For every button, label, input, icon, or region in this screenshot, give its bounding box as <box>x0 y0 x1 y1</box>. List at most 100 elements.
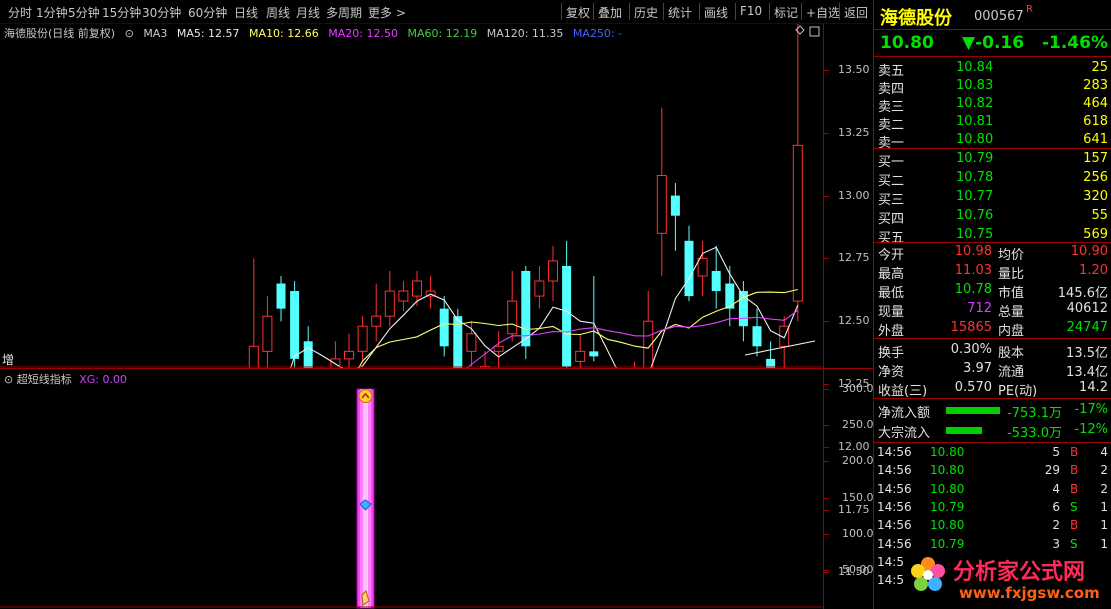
candle[interactable] <box>371 283 382 342</box>
indicator-pane[interactable]: ⊙ 超短线指标 XG: 0.00 300.0 250.0 200.0 150.0 100… <box>0 368 874 609</box>
stock-name: 海德股份 <box>880 8 952 29</box>
candle[interactable] <box>779 316 790 368</box>
stat-value: 10.78 <box>954 282 992 297</box>
bid-label: 买四 <box>878 212 905 227</box>
stat-row: 最高 11.03 量比 1.20 <box>874 262 1111 282</box>
stat-label: 最低 <box>878 286 905 301</box>
candle[interactable] <box>534 265 545 309</box>
info-row: 收益(三) 0.570 PE(动) 14.2 <box>874 379 1111 399</box>
divider-title <box>874 29 1111 30</box>
candle[interactable] <box>384 270 395 327</box>
period-tab[interactable]: 30分钟 <box>142 4 181 21</box>
last-price: 10.80 <box>880 33 934 53</box>
candlestick-svg[interactable]: 13.7111.28 <box>0 24 873 368</box>
toolbar-action[interactable]: 返回 <box>844 4 868 21</box>
toolbar-action[interactable]: 叠加 <box>598 4 622 21</box>
candle[interactable] <box>507 270 518 342</box>
indicator-tick-mark <box>824 569 829 571</box>
period-tab[interactable]: 更多 > <box>368 4 406 21</box>
candle[interactable] <box>670 183 680 251</box>
toolbar-action[interactable]: F10 <box>740 4 762 18</box>
indicator-tick-mark <box>824 425 829 427</box>
period-tab[interactable]: 多周期 <box>326 4 362 21</box>
toolbar-action[interactable]: 复权 <box>566 4 590 21</box>
ma-label: MA3 <box>143 27 168 40</box>
ma-toggle-icon[interactable]: ⊙ <box>125 27 134 40</box>
candle[interactable] <box>697 240 708 297</box>
candle[interactable] <box>562 240 572 368</box>
candle[interactable] <box>643 291 654 368</box>
candle[interactable] <box>466 321 477 367</box>
panel-toggle-icon[interactable] <box>809 26 820 37</box>
diamond-icon[interactable] <box>795 25 805 35</box>
stat-row: 最低 10.78 市值 145.6亿 <box>874 281 1111 301</box>
tick-volume: 2 <box>1052 518 1060 533</box>
ma20-value: MA20: 12.50 <box>328 27 398 40</box>
indicator-toggle-icon[interactable]: ⊙ <box>4 373 13 386</box>
candle[interactable] <box>453 308 463 368</box>
candle[interactable] <box>248 258 259 368</box>
ask-row: 卖五 10.84 25 <box>874 59 1111 79</box>
watermark-text: 分析家公式网 <box>953 560 1086 585</box>
candle[interactable] <box>398 281 409 312</box>
bid-row: 买三 10.77 320 <box>874 188 1111 208</box>
period-tab[interactable]: 60分钟 <box>188 4 227 21</box>
stat-row: 现量 712 总量 40612 <box>874 300 1111 320</box>
info-label: PE(动) <box>998 384 1038 399</box>
candle[interactable] <box>752 308 762 357</box>
period-tab[interactable]: 15分钟 <box>102 4 141 21</box>
watermark-flower-icon <box>907 554 949 596</box>
tick-price: 10.80 <box>930 481 965 496</box>
candle[interactable] <box>493 331 504 368</box>
candle[interactable] <box>262 296 273 368</box>
indicator-tick-mark <box>824 497 829 499</box>
candlestick-chart[interactable]: 13.7111.28 海德股份(日线 前复权) ⊙ MA3 MA5: 12.57… <box>0 24 873 368</box>
candle[interactable] <box>425 275 436 309</box>
price-tick-label: 13.25 <box>838 125 870 139</box>
candle[interactable] <box>303 326 313 368</box>
candle[interactable] <box>711 245 721 309</box>
period-tab[interactable]: 分时 <box>8 4 32 21</box>
tick-volume: 4 <box>1052 481 1060 496</box>
ask-price: 10.80 <box>956 132 994 147</box>
flow-label: 净流入额 <box>878 406 931 421</box>
tick-time: 14:5 <box>877 573 904 588</box>
toolbar-action[interactable]: +自选 <box>806 4 840 21</box>
info-label: 股本 <box>998 346 1025 361</box>
stat-value: 145.6亿 <box>1057 286 1108 301</box>
ask-volume: 283 <box>1083 78 1108 93</box>
indicator-tick-label: 200.0 <box>842 454 874 468</box>
toolbar-action[interactable]: 标记 <box>774 4 798 21</box>
period-tab[interactable]: 月线 <box>296 4 320 21</box>
candle[interactable] <box>276 275 286 322</box>
candle[interactable] <box>344 333 354 368</box>
candle[interactable] <box>589 275 599 362</box>
indicator-name[interactable]: 超短线指标 <box>17 373 72 386</box>
flow-value: -753.1万 <box>1007 406 1062 421</box>
ma60-value: MA60: 12.19 <box>407 27 478 40</box>
candle[interactable] <box>792 24 803 322</box>
ask-volume: 25 <box>1091 60 1108 75</box>
price-tick-mark <box>824 70 829 71</box>
indicator-signal-bar[interactable] <box>356 388 375 609</box>
toolbar-separator <box>839 3 840 20</box>
toolbar-action[interactable]: 画线 <box>704 4 728 21</box>
candle[interactable] <box>656 107 667 276</box>
period-tab[interactable]: 周线 <box>266 4 290 21</box>
price-axis: 13.50 13.25 13.00 12.75 12.50 12.25 12.00 11.75… <box>823 24 873 578</box>
candle[interactable] <box>766 341 776 368</box>
toolbar-action[interactable]: 统计 <box>668 4 692 21</box>
period-tab[interactable]: 5分钟 <box>68 4 100 21</box>
period-tab[interactable]: 日线 <box>234 4 258 21</box>
period-tab[interactable]: 1分钟 <box>36 4 68 21</box>
stat-value: 15865 <box>950 320 992 335</box>
ask-row: 卖三 10.82 464 <box>874 95 1111 115</box>
candle[interactable] <box>357 316 368 362</box>
candle[interactable] <box>684 225 694 302</box>
tick-count: 4 <box>1100 445 1108 459</box>
candle[interactable] <box>521 265 531 359</box>
candle[interactable] <box>548 245 558 302</box>
toolbar-action[interactable]: 历史 <box>634 4 658 21</box>
stat-label: 今开 <box>878 248 905 263</box>
candle[interactable] <box>575 333 586 368</box>
